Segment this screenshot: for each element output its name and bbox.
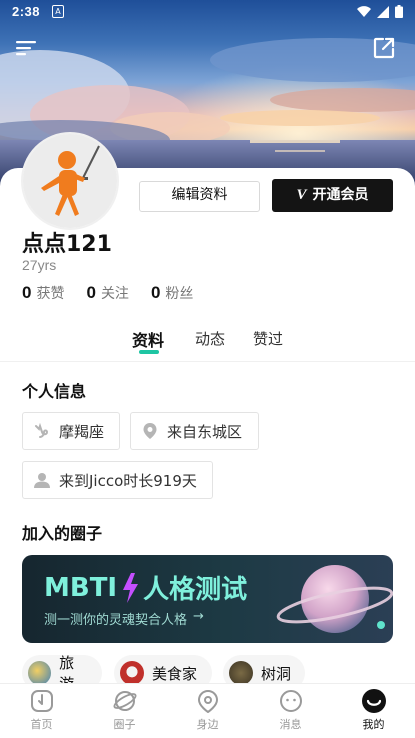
nav-me[interactable]: 我的 <box>332 684 415 738</box>
tab-liked[interactable]: 赞过 <box>253 328 283 349</box>
nav-label: 我的 <box>362 718 385 731</box>
nav-home[interactable]: 首页 <box>0 684 83 738</box>
nav-circles[interactable]: 圈子 <box>83 684 166 738</box>
stat-value: 0 <box>86 283 96 302</box>
nav-messages[interactable]: 消息 <box>249 684 332 738</box>
personal-info-title: 个人信息 <box>22 382 87 401</box>
treehole-thumb-icon <box>229 661 253 685</box>
me-icon <box>361 688 387 714</box>
stat-value: 0 <box>150 283 161 302</box>
membership-duration-text: 来到Jicco时长919天 <box>59 471 197 490</box>
mbti-subtitle-text: 测一测你的灵魂契合人格 <box>44 613 188 628</box>
bottom-navigation: 首页 圈子 身边 消息 我的 <box>0 683 415 738</box>
stat-following[interactable]: 0 关注 <box>86 283 128 303</box>
travel-thumb-icon <box>28 661 52 685</box>
notification-icon: A <box>52 5 64 18</box>
stat-followers[interactable]: 0 粉丝 <box>151 283 193 303</box>
profile-age: 27yrs <box>22 257 57 273</box>
message-icon <box>278 688 304 714</box>
profile-name: 点点121 <box>22 232 112 257</box>
nav-label: 身边 <box>196 718 219 731</box>
share-icon[interactable] <box>373 37 395 59</box>
joined-circles-title: 加入的圈子 <box>22 524 103 543</box>
location-pin-icon <box>141 422 159 440</box>
status-time: 2:38 <box>12 4 41 19</box>
stat-likes[interactable]: 0 获赞 <box>22 283 64 303</box>
tab-moments[interactable]: 动态 <box>195 328 225 349</box>
profile-stats: 0 获赞 0 关注 0 粉丝 <box>22 283 193 303</box>
mbti-title-prefix: MBTI <box>44 572 118 603</box>
circle-item-label: 美食家 <box>152 664 198 683</box>
mbti-test-banner[interactable]: MBTI 人格测试 测一测你的灵魂契合人格 → <box>22 555 393 643</box>
planet-illustration-icon <box>276 565 393 633</box>
person-icon <box>33 471 51 489</box>
zodiac-text: 摩羯座 <box>59 422 105 441</box>
signal-icon <box>377 5 389 18</box>
nearby-pin-icon <box>195 688 221 714</box>
mbti-subtitle: 测一测你的灵魂契合人格 → <box>44 609 204 628</box>
location-chip: 来自东城区 <box>130 412 259 450</box>
foodie-thumb-icon <box>120 661 144 685</box>
lightning-icon <box>123 572 139 603</box>
open-vip-button[interactable]: V 开通会员 <box>272 179 393 212</box>
stat-value: 0 <box>22 283 32 302</box>
mbti-title-suffix: 人格测试 <box>143 575 248 605</box>
nav-label: 圈子 <box>113 718 136 731</box>
nav-label: 首页 <box>30 718 53 731</box>
zodiac-capricorn-icon <box>33 422 51 440</box>
home-icon <box>29 688 55 714</box>
status-bar: 2:38 A <box>0 0 415 24</box>
battery-icon <box>395 5 403 18</box>
planet-icon <box>112 688 138 714</box>
tabs-divider <box>0 361 415 362</box>
avatar[interactable] <box>21 132 119 230</box>
active-tab-indicator <box>139 350 159 354</box>
circle-item-label: 树洞 <box>261 664 292 683</box>
nav-nearby[interactable]: 身边 <box>166 684 249 738</box>
arrow-right-icon: → <box>193 609 204 624</box>
stat-label: 关注 <box>100 286 129 302</box>
location-text: 来自东城区 <box>167 422 243 441</box>
nav-label: 消息 <box>279 718 302 731</box>
vip-icon: V <box>296 187 307 203</box>
wifi-icon <box>357 5 371 17</box>
menu-icon[interactable] <box>16 40 38 56</box>
tab-profile-info[interactable]: 资料 <box>132 327 164 351</box>
open-vip-label: 开通会员 <box>312 187 369 203</box>
zodiac-chip: 摩羯座 <box>22 412 120 450</box>
stat-label: 获赞 <box>36 286 65 302</box>
stat-label: 粉丝 <box>165 286 194 302</box>
edit-profile-button[interactable]: 编辑资料 <box>139 181 260 212</box>
avatar-illustration-icon <box>23 134 117 228</box>
mbti-title: MBTI 人格测试 <box>44 569 247 606</box>
membership-duration-chip: 来到Jicco时长919天 <box>22 461 213 499</box>
